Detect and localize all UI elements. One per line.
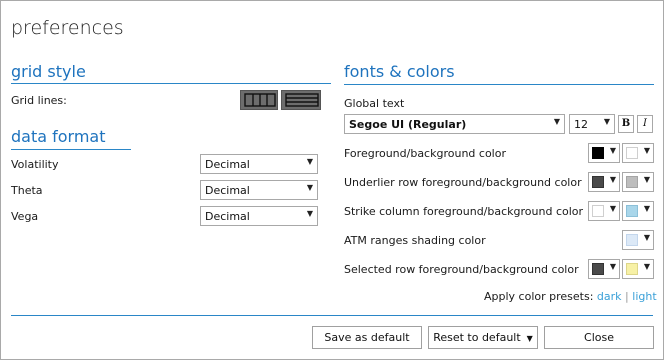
font-family-value: Segoe UI (Regular) xyxy=(349,118,467,131)
theta-label: Theta xyxy=(11,184,43,197)
chevron-down-icon: ▼ xyxy=(306,209,313,218)
color-swatch xyxy=(626,263,638,275)
foreground-color-picker[interactable]: ▼ xyxy=(588,143,620,163)
data-format-divider xyxy=(11,149,131,150)
grid-lines-horizontal-button[interactable] xyxy=(281,90,321,110)
reset-to-default-button[interactable]: Reset to default ▼ xyxy=(428,326,538,349)
foreground-background-label: Foreground/background color xyxy=(344,147,506,160)
grid-style-heading: grid style xyxy=(11,62,86,81)
italic-button[interactable]: I xyxy=(637,115,653,133)
color-swatch xyxy=(626,176,638,188)
preferences-window: preferences grid style Grid lines: data … xyxy=(0,0,664,360)
font-size-select[interactable]: 12 ▼ xyxy=(569,114,615,134)
fonts-colors-divider xyxy=(344,84,654,85)
volatility-format-value: Decimal xyxy=(205,158,250,171)
vega-format-value: Decimal xyxy=(205,210,250,223)
selected-background-color-picker[interactable]: ▼ xyxy=(622,259,654,279)
volatility-format-select[interactable]: Decimal ▼ xyxy=(200,154,318,174)
theta-format-select[interactable]: Decimal ▼ xyxy=(200,180,318,200)
chevron-down-icon: ▼ xyxy=(306,183,313,192)
color-swatch xyxy=(592,263,604,275)
strike-background-color-picker[interactable]: ▼ xyxy=(622,201,654,221)
footer-divider xyxy=(11,315,653,316)
volatility-label: Volatility xyxy=(11,158,59,171)
color-presets-label: Apply color presets: xyxy=(484,290,594,303)
grid-lines-vertical-button[interactable] xyxy=(240,90,278,110)
grid-lines-label: Grid lines: xyxy=(11,94,67,107)
chevron-down-icon: ▼ xyxy=(553,117,560,126)
preset-dark-link[interactable]: dark xyxy=(597,290,622,303)
horizontal-grid-lines-icon xyxy=(285,93,319,107)
chevron-down-icon: ▼ xyxy=(603,117,610,126)
underlier-row-color-label: Underlier row foreground/background colo… xyxy=(344,176,582,189)
preset-separator: | xyxy=(625,290,629,303)
bold-button[interactable]: B xyxy=(618,115,634,133)
chevron-down-icon: ▼ xyxy=(643,175,650,184)
selected-row-color-label: Selected row foreground/background color xyxy=(344,263,579,276)
window-title: preferences xyxy=(11,17,124,39)
atm-ranges-shading-label: ATM ranges shading color xyxy=(344,234,486,247)
underlier-background-color-picker[interactable]: ▼ xyxy=(622,172,654,192)
color-swatch xyxy=(592,176,604,188)
reset-to-default-label: Reset to default xyxy=(433,331,521,344)
vega-label: Vega xyxy=(11,210,39,223)
fonts-colors-heading: fonts & colors xyxy=(344,62,455,81)
color-swatch xyxy=(626,147,638,159)
chevron-down-icon: ▼ xyxy=(643,262,650,271)
vega-format-select[interactable]: Decimal ▼ xyxy=(200,206,318,226)
theta-format-value: Decimal xyxy=(205,184,250,197)
font-family-select[interactable]: Segoe UI (Regular) ▼ xyxy=(344,114,565,134)
save-as-default-button[interactable]: Save as default xyxy=(312,326,422,349)
grid-style-divider xyxy=(11,83,331,84)
chevron-down-icon: ▼ xyxy=(526,334,533,343)
data-format-heading: data format xyxy=(11,127,106,146)
color-swatch xyxy=(626,234,638,246)
color-swatch xyxy=(626,205,638,217)
color-swatch xyxy=(592,205,604,217)
close-button[interactable]: Close xyxy=(544,326,654,349)
chevron-down-icon: ▼ xyxy=(609,175,616,184)
color-presets-row: Apply color presets: dark | light xyxy=(484,290,657,303)
chevron-down-icon: ▼ xyxy=(643,146,650,155)
global-text-label: Global text xyxy=(344,97,405,110)
strike-foreground-color-picker[interactable]: ▼ xyxy=(588,201,620,221)
font-size-value: 12 xyxy=(574,118,588,131)
chevron-down-icon: ▼ xyxy=(643,204,650,213)
preset-light-link[interactable]: light xyxy=(632,290,656,303)
chevron-down-icon: ▼ xyxy=(609,262,616,271)
background-color-picker[interactable]: ▼ xyxy=(622,143,654,163)
color-swatch xyxy=(592,147,604,159)
strike-column-color-label: Strike column foreground/background colo… xyxy=(344,205,584,218)
chevron-down-icon: ▼ xyxy=(609,204,616,213)
chevron-down-icon: ▼ xyxy=(643,233,650,242)
underlier-foreground-color-picker[interactable]: ▼ xyxy=(588,172,620,192)
vertical-grid-lines-icon xyxy=(244,93,276,107)
chevron-down-icon: ▼ xyxy=(609,146,616,155)
selected-foreground-color-picker[interactable]: ▼ xyxy=(588,259,620,279)
atm-shading-color-picker[interactable]: ▼ xyxy=(622,230,654,250)
chevron-down-icon: ▼ xyxy=(306,157,313,166)
